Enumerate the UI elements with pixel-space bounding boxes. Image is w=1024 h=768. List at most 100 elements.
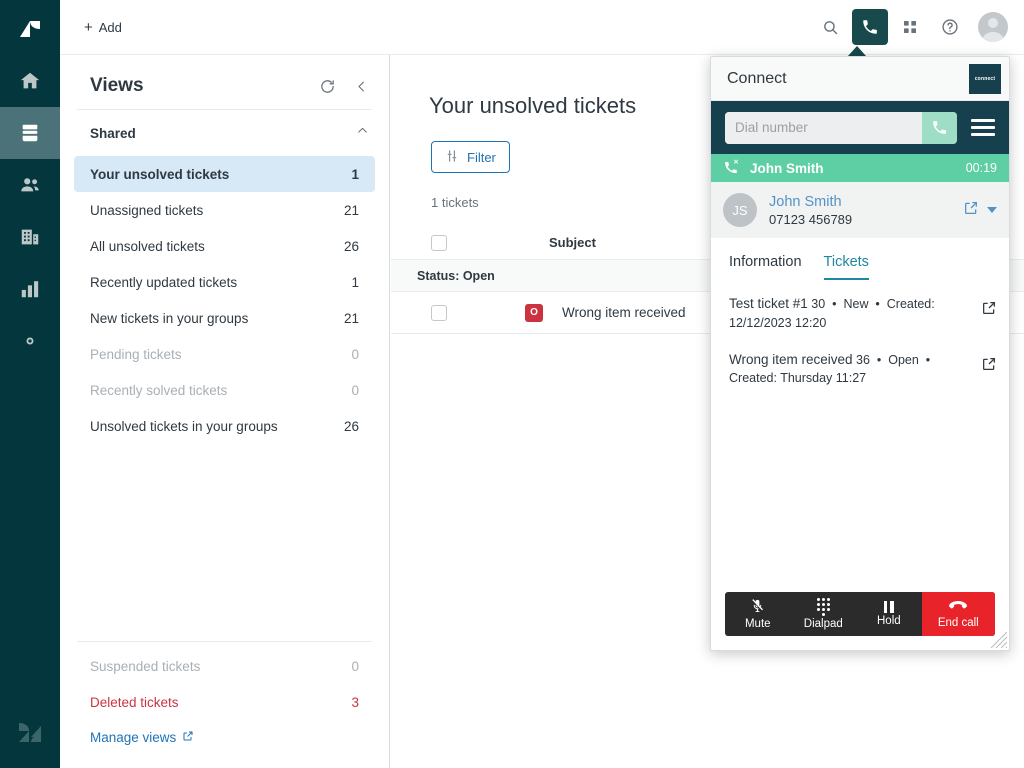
product-rail [0, 0, 60, 768]
sidebar-item-deleted-tickets[interactable]: Deleted tickets 3 [74, 684, 375, 720]
external-link-icon [182, 730, 194, 745]
manage-views-label: Manage views [90, 730, 176, 745]
page-title: Views [90, 75, 144, 97]
select-all-checkbox[interactable] [431, 235, 447, 251]
row-checkbox[interactable] [431, 305, 447, 321]
sidebar-item-new-tickets-in-your-groups[interactable]: New tickets in your groups 21 [74, 300, 375, 336]
chevron-left-icon[interactable] [354, 79, 369, 94]
rail-item-admin[interactable] [0, 315, 60, 367]
user-avatar-icon[interactable] [978, 12, 1008, 42]
rail-item-views[interactable] [0, 107, 60, 159]
list-item[interactable]: Test ticket #1 30 • New • Created: 12/12… [729, 294, 997, 332]
plus-icon: + [84, 20, 93, 35]
top-navigation-bar: + Add [60, 0, 1024, 55]
connect-panel-caret [848, 46, 866, 56]
views-list: Your unsolved tickets 1 Unassigned ticke… [60, 154, 389, 444]
search-icon[interactable] [812, 9, 848, 45]
view-label: All unsolved tickets [90, 239, 205, 254]
connect-panel-header: Connect connect [711, 57, 1009, 101]
connect-tabs: Information Tickets [711, 238, 1009, 280]
view-count: 0 [351, 659, 359, 674]
sidebar-item-your-unsolved-tickets[interactable]: Your unsolved tickets 1 [74, 156, 375, 192]
caret-down-icon[interactable] [987, 207, 997, 213]
sidebar-item-suspended-tickets[interactable]: Suspended tickets 0 [74, 648, 375, 684]
active-call-bar: John Smith 00:19 [711, 154, 1009, 182]
view-label: Unsolved tickets in your groups [90, 419, 278, 434]
rail-item-customers[interactable] [0, 159, 60, 211]
end-call-icon [949, 599, 967, 615]
column-header-subject: Subject [549, 235, 596, 250]
list-item[interactable]: Wrong item received 36 • Open • Created:… [729, 350, 997, 388]
status-badge: O [525, 304, 543, 322]
sidebar-item-recently-updated-tickets[interactable]: Recently updated tickets 1 [74, 264, 375, 300]
view-count: 26 [344, 419, 359, 434]
refresh-icon[interactable] [319, 78, 336, 95]
help-circle-icon[interactable] [932, 9, 968, 45]
views-group-shared[interactable]: Shared [60, 110, 389, 154]
hold-button[interactable]: Hold [856, 592, 922, 636]
phone-icon[interactable] [852, 9, 888, 45]
sidebar-item-unassigned-tickets[interactable]: Unassigned tickets 21 [74, 192, 375, 228]
sidebar-item-pending-tickets[interactable]: Pending tickets 0 [74, 336, 375, 372]
dialpad-button[interactable]: Dialpad [791, 592, 857, 636]
hold-button-label: Hold [877, 615, 901, 627]
external-link-icon[interactable] [963, 200, 979, 221]
views-footer: Suspended tickets 0 Deleted tickets 3 Ma… [60, 648, 389, 768]
view-label: Recently updated tickets [90, 275, 237, 290]
phone-incoming-icon [723, 158, 740, 178]
view-label: Recently solved tickets [90, 383, 227, 398]
view-count: 3 [351, 695, 359, 710]
view-label: Pending tickets [90, 347, 182, 362]
call-timer: 00:19 [966, 161, 997, 175]
connect-ticket-id: 30 [811, 297, 825, 311]
dial-input-wrap [725, 112, 957, 144]
tab-information[interactable]: Information [729, 254, 802, 280]
connect-ticket-created: Created: Thursday 11:27 [729, 371, 866, 385]
external-link-icon[interactable] [973, 294, 997, 321]
connect-ticket-status: Open [888, 353, 919, 367]
connect-ticket-title: Test ticket #1 [729, 296, 808, 311]
view-count: 1 [351, 167, 359, 182]
view-count: 0 [351, 383, 359, 398]
add-button-label: Add [99, 20, 122, 35]
pause-icon [884, 601, 894, 613]
avatar: JS [723, 193, 757, 227]
connect-panel-title: Connect [727, 70, 787, 88]
view-label: Suspended tickets [90, 659, 200, 674]
connect-tickets-list: Test ticket #1 30 • New • Created: 12/12… [711, 280, 1009, 592]
apps-grid-icon[interactable] [892, 9, 928, 45]
manage-views-link[interactable]: Manage views [74, 720, 375, 754]
call-controls: Mute Dialpad Hold End call [725, 592, 995, 636]
connect-ticket-text: Wrong item received 36 • Open • Created:… [729, 350, 947, 388]
rail-item-organizations[interactable] [0, 211, 60, 263]
call-button[interactable] [922, 112, 957, 144]
contact-phone: 07123 456789 [769, 212, 852, 227]
add-button[interactable]: + Add [76, 15, 130, 40]
view-count: 1 [351, 275, 359, 290]
external-link-icon[interactable] [973, 350, 997, 377]
hamburger-menu-icon[interactable] [971, 119, 995, 136]
connect-logo-text: connect [975, 76, 996, 82]
ticket-subject: Wrong item received [562, 305, 686, 320]
connect-logo-icon: connect [969, 64, 1001, 94]
contact-card: JS John Smith 07123 456789 [711, 182, 1009, 238]
filter-button[interactable]: Filter [431, 141, 510, 173]
rail-item-reporting[interactable] [0, 263, 60, 315]
end-call-button-label: End call [938, 617, 979, 629]
sidebar-item-recently-solved-tickets[interactable]: Recently solved tickets 0 [74, 372, 375, 408]
top-bar-actions [812, 9, 1024, 45]
mute-button[interactable]: Mute [725, 592, 791, 636]
dial-number-input[interactable] [725, 112, 922, 144]
sidebar-item-all-unsolved-tickets[interactable]: All unsolved tickets 26 [74, 228, 375, 264]
mute-microphone-icon [750, 598, 765, 616]
zendesk-logo-icon [0, 700, 60, 768]
view-label: Your unsolved tickets [90, 167, 229, 182]
connect-ticket-status: New [843, 297, 868, 311]
contact-name[interactable]: John Smith [769, 194, 852, 210]
sidebar-item-unsolved-tickets-in-your-groups[interactable]: Unsolved tickets in your groups 26 [74, 408, 375, 444]
rail-item-home[interactable] [0, 55, 60, 107]
connect-call-panel: Connect connect John Smith 00:19 JS [710, 56, 1010, 651]
zendesk-mark-icon [0, 0, 60, 55]
tab-tickets[interactable]: Tickets [824, 254, 869, 280]
resize-handle[interactable] [981, 622, 1007, 648]
